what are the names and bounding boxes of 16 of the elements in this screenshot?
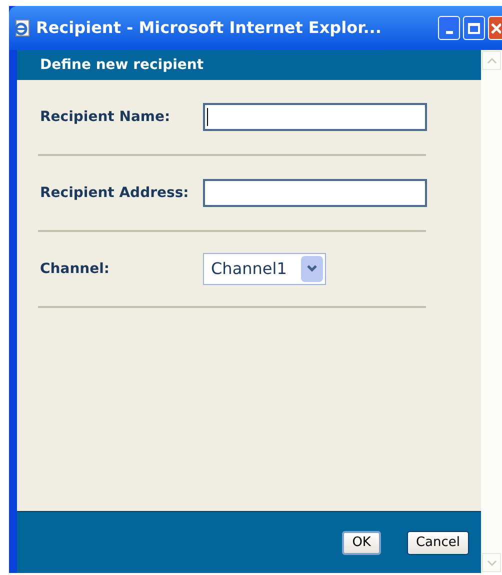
close-icon: [490, 22, 500, 34]
header-bar: Define new recipient: [17, 50, 481, 80]
text-field[interactable]: [203, 179, 427, 207]
field-label: Channel:: [40, 260, 111, 278]
text-field[interactable]: [203, 103, 427, 131]
field-label: Recipient Address:: [40, 184, 190, 202]
window-title: Recipient - Microsoft Internet Explor...: [36, 17, 382, 39]
dialog-button[interactable]: Cancel: [406, 530, 469, 554]
close-button[interactable]: [488, 16, 502, 40]
browser-icon: [13, 19, 31, 37]
channel-dropdown[interactable]: Channel1: [203, 253, 326, 285]
dialog-button[interactable]: OK: [342, 530, 381, 554]
minimize-button[interactable]: [438, 16, 460, 40]
field-label: Recipient Name:: [40, 108, 172, 126]
chevron-down-icon: [301, 256, 323, 282]
maximize-button[interactable]: [463, 16, 485, 40]
